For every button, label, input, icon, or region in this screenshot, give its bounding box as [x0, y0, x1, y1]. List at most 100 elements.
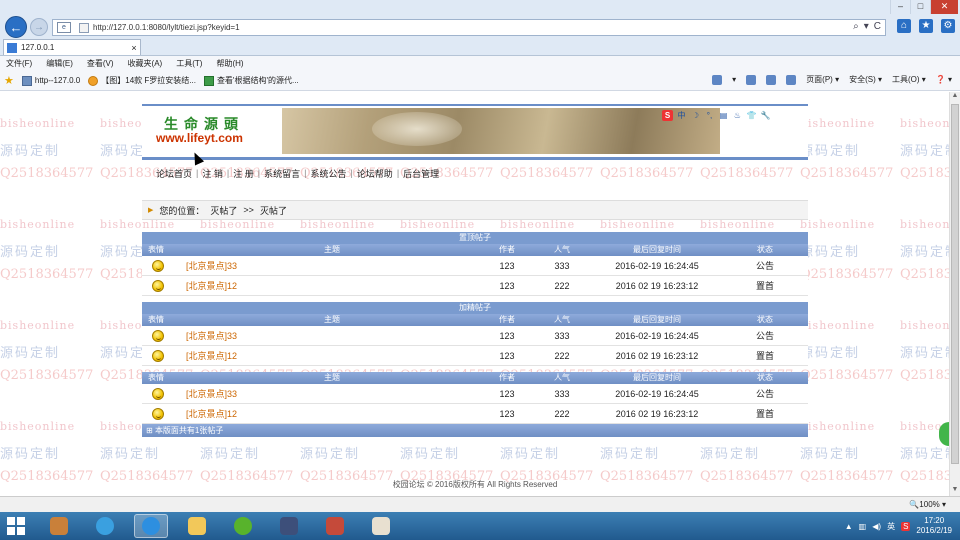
minimize-button[interactable]: –	[890, 0, 910, 14]
stats-toggle-icon[interactable]: ⊞	[146, 426, 153, 435]
menu-tools[interactable]: 工具(T)	[176, 58, 202, 69]
tag-icon	[88, 75, 99, 86]
topic-status: 置首	[755, 351, 774, 361]
topic-status: 公告	[755, 331, 774, 341]
wrench-icon[interactable]: 🔧	[760, 110, 771, 121]
search-icon[interactable]: ⌕	[853, 21, 859, 32]
feed-icon[interactable]	[746, 74, 757, 85]
browser-tab[interactable]: 127.0.0.1 ×	[3, 39, 141, 55]
favorites-icon[interactable]: ★	[919, 19, 933, 33]
topic-title-link[interactable]: [北京景点]12	[186, 409, 237, 419]
breadcrumb-link[interactable]: 灭帖了	[210, 204, 237, 217]
scroll-down-icon[interactable]: ▼	[950, 486, 960, 496]
help-menu[interactable]: ❓ ▾	[936, 75, 952, 84]
safety-menu[interactable]: 安全(S) ▾	[849, 74, 882, 85]
keyboard-icon[interactable]: ▤	[718, 110, 729, 121]
topic-title-link[interactable]: [北京景点]33	[186, 389, 237, 399]
topic-last-reply: 2016-02-19 16:24:45	[615, 330, 699, 341]
start-button[interactable]	[7, 517, 25, 535]
moon-icon[interactable]: ☽	[690, 110, 701, 121]
page-menu[interactable]: 页面(P) ▾	[806, 74, 839, 85]
topic-title-link[interactable]: [北京景点]33	[186, 331, 237, 341]
taskbar: ▲ ▥ ◀) 英 S 17:20 2016/2/19	[0, 512, 960, 540]
section-title: 加精帖子	[142, 302, 808, 314]
favorite-link[interactable]: http--127.0.0	[21, 75, 80, 86]
table-row[interactable]: [北京景点]12 123 222 2016 02 19 16:23:12 置首	[142, 404, 808, 424]
taskbar-app[interactable]	[88, 514, 122, 538]
taskbar-app[interactable]	[134, 514, 168, 538]
vertical-scrollbar[interactable]: ▲ ▼	[949, 92, 960, 496]
column-label: 表情	[148, 245, 164, 254]
refresh-icon[interactable]: C	[874, 21, 881, 32]
compat-view-icon[interactable]: e	[57, 22, 71, 33]
watermark-text: Q2518364577	[900, 368, 949, 383]
gear-icon[interactable]: ⚙	[941, 19, 955, 33]
table-row[interactable]: [北京景点]12 123 222 2016 02 19 16:23:12 置首	[142, 346, 808, 366]
topic-views: 333	[554, 260, 570, 271]
watermark-text: bisheonline	[900, 319, 949, 332]
menu-favorites[interactable]: 收藏夹(A)	[128, 58, 163, 69]
home-dropdown[interactable]: ▾	[732, 75, 736, 84]
taskbar-app[interactable]	[272, 514, 306, 538]
side-float-badge[interactable]	[939, 422, 949, 446]
back-button[interactable]: ←	[5, 16, 27, 38]
voice-icon[interactable]: ♨	[732, 110, 743, 121]
skin-icon[interactable]: 👕	[746, 110, 757, 121]
nav-messages[interactable]: 系统留言	[260, 167, 304, 180]
punctuation-icon[interactable]: °,	[704, 110, 715, 121]
favorite-link[interactable]: 查看'根据结构'的源代...	[203, 75, 299, 86]
taskbar-app[interactable]	[364, 514, 398, 538]
scroll-thumb[interactable]	[951, 104, 959, 464]
nav-admin[interactable]: 后台管理	[399, 167, 443, 180]
network-icon[interactable]: ▥	[859, 522, 867, 531]
smiley-icon	[152, 259, 164, 272]
favorite-link[interactable]: 【图】14款 F罗拉安装结...	[88, 75, 196, 86]
address-bar[interactable]: e http://127.0.0.1:8080/lylt/tiezi.jsp?k…	[52, 19, 886, 36]
favorites-star-icon[interactable]: ★	[4, 74, 14, 87]
topic-title-link[interactable]: [北京景点]12	[186, 281, 237, 291]
tab-label: 127.0.0.1	[21, 43, 55, 52]
nav-logout[interactable]: 注 销	[198, 167, 227, 180]
sogou-tray-icon[interactable]: S	[901, 521, 911, 531]
watermark-text: bisheonline	[900, 117, 949, 130]
menu-view[interactable]: 查看(V)	[87, 58, 114, 69]
zoom-control[interactable]: 🔍100% ▾	[909, 500, 946, 509]
menu-help[interactable]: 帮助(H)	[216, 58, 243, 69]
ime-indicator[interactable]: 英	[887, 521, 895, 532]
print-icon[interactable]	[786, 74, 797, 85]
logo-url[interactable]: www.lifeyt.com	[156, 131, 243, 145]
table-row[interactable]: [北京景点]12 123 222 2016 02 19 16:23:12 置首	[142, 276, 808, 296]
close-button[interactable]: ✕	[930, 0, 958, 14]
home-icon[interactable]	[712, 74, 723, 85]
sogou-icon[interactable]: S	[662, 110, 673, 121]
nav-register[interactable]: 注 册	[229, 167, 258, 180]
chinese-mode-icon[interactable]: 中	[676, 110, 687, 121]
table-row[interactable]: [北京景点]33 123 333 2016-02-19 16:24:45 公告	[142, 326, 808, 346]
taskbar-app[interactable]	[318, 514, 352, 538]
tab-close-icon[interactable]: ×	[128, 43, 140, 53]
scroll-up-icon[interactable]: ▲	[950, 92, 960, 102]
topic-title-link[interactable]: [北京景点]12	[186, 351, 237, 361]
taskbar-app[interactable]	[180, 514, 214, 538]
maximize-button[interactable]: □	[910, 0, 930, 14]
topic-title-link[interactable]: [北京景点]33	[186, 261, 237, 271]
menu-edit[interactable]: 编辑(E)	[46, 58, 73, 69]
menu-file[interactable]: 文件(F)	[6, 58, 32, 69]
taskbar-app[interactable]	[42, 514, 76, 538]
taskbar-app[interactable]	[226, 514, 260, 538]
tools-menu[interactable]: 工具(O) ▾	[892, 74, 926, 85]
topic-last-reply: 2016 02 19 16:23:12	[615, 408, 699, 419]
volume-icon[interactable]: ◀)	[872, 522, 881, 531]
dropdown-icon[interactable]: ▾	[864, 21, 869, 32]
address-url[interactable]: http://127.0.0.1:8080/lylt/tiezi.jsp?key…	[93, 23, 240, 32]
clock[interactable]: 17:20 2016/2/19	[916, 516, 952, 536]
tray-expand-icon[interactable]: ▲	[845, 522, 853, 531]
nav-help[interactable]: 论坛帮助	[353, 167, 397, 180]
home-icon[interactable]: ⌂	[897, 19, 911, 33]
nav-home[interactable]: 论坛首页	[152, 167, 196, 180]
table-row[interactable]: [北京景点]33 123 333 2016-02-19 16:24:45 公告	[142, 384, 808, 404]
nav-announcements[interactable]: 系统公告	[306, 167, 350, 180]
table-row[interactable]: [北京景点]33 123 333 2016-02-19 16:24:45 公告	[142, 256, 808, 276]
forward-button[interactable]: →	[30, 18, 48, 36]
mail-icon[interactable]	[766, 74, 777, 85]
